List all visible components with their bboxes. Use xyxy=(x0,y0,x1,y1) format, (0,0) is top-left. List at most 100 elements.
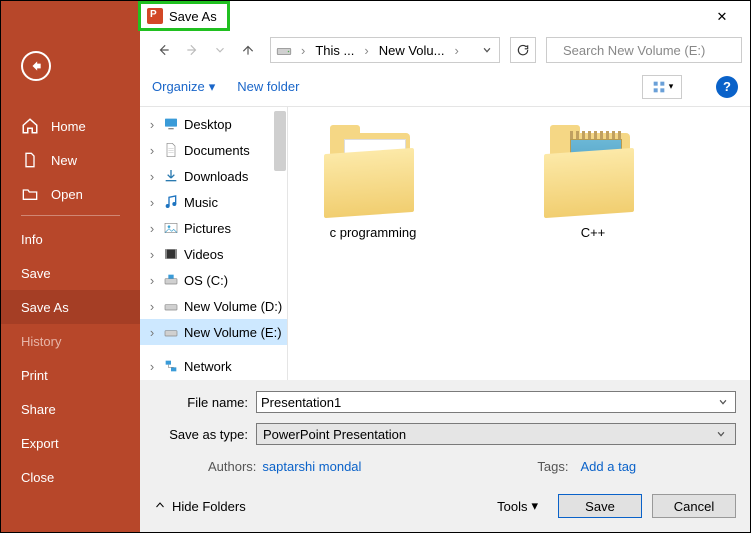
nav-row: › This ... › New Volu... › xyxy=(140,33,750,67)
nav-up[interactable] xyxy=(236,38,260,62)
tree-vol-d[interactable]: › New Volume (D:) xyxy=(140,293,287,319)
nav-recent[interactable] xyxy=(208,38,232,62)
refresh-button[interactable] xyxy=(510,37,536,63)
folder-icon xyxy=(324,125,422,217)
filename-input[interactable] xyxy=(261,395,715,410)
folder-icon xyxy=(544,125,642,217)
tree-desktop[interactable]: › Desktop xyxy=(140,111,287,137)
new-folder-button[interactable]: New folder xyxy=(237,79,299,94)
caret-down-icon: ▾ xyxy=(531,498,538,514)
help-button[interactable]: ? xyxy=(716,76,738,98)
drive-icon xyxy=(162,297,180,315)
authors-label: Authors: xyxy=(208,459,256,474)
expand-icon[interactable]: › xyxy=(146,143,158,158)
dialog-title: Save As xyxy=(169,9,217,24)
backstage-share[interactable]: Share xyxy=(1,392,140,426)
network-icon xyxy=(162,357,180,375)
backstage-print[interactable]: Print xyxy=(1,358,140,392)
bottom-panel: File name: Save as type: PowerPoint Pres… xyxy=(140,380,750,532)
address-dropdown[interactable] xyxy=(479,43,495,58)
documents-icon xyxy=(162,141,180,159)
arrow-right-icon xyxy=(185,43,199,57)
tree-videos[interactable]: › Videos xyxy=(140,241,287,267)
arrow-left-icon xyxy=(157,43,171,57)
home-icon xyxy=(21,117,39,135)
chevron-down-icon xyxy=(482,45,492,55)
drive-icon xyxy=(275,41,293,59)
chevron-down-icon xyxy=(716,429,726,439)
tree-pictures[interactable]: › Pictures xyxy=(140,215,287,241)
filename-field[interactable] xyxy=(256,391,736,413)
desktop-icon xyxy=(162,115,180,133)
expand-icon[interactable]: › xyxy=(146,247,158,262)
downloads-icon xyxy=(162,167,180,185)
authors-value[interactable]: saptarshi mondal xyxy=(262,459,361,474)
backstage-home[interactable]: Home xyxy=(1,109,140,143)
filename-dropdown[interactable] xyxy=(715,395,731,410)
organize-menu[interactable]: Organize ▾ xyxy=(152,79,215,95)
address-bar[interactable]: › This ... › New Volu... › xyxy=(270,37,500,63)
backstage-close[interactable]: Close xyxy=(1,460,140,494)
backstage-save-as[interactable]: Save As xyxy=(1,290,140,324)
folder-c-programming[interactable]: c programming xyxy=(308,125,438,362)
refresh-icon xyxy=(516,43,530,57)
save-as-dialog: Save As ✕ › This ... › New Volu... › xyxy=(140,1,750,532)
cancel-button[interactable]: Cancel xyxy=(652,494,736,518)
backstage-save[interactable]: Save xyxy=(1,256,140,290)
chevron-up-icon xyxy=(154,499,166,514)
expand-icon[interactable]: › xyxy=(146,299,158,314)
toolbar: Organize ▾ New folder ▾ ? xyxy=(140,67,750,107)
tree-network[interactable]: › Network xyxy=(140,353,287,379)
backstage-open-label: Open xyxy=(51,187,83,202)
tags-label: Tags: xyxy=(537,459,568,474)
backstage-info[interactable]: Info xyxy=(1,222,140,256)
folder-tree[interactable]: › Desktop › Documents › Downloads › Musi… xyxy=(140,107,288,380)
tree-downloads[interactable]: › Downloads xyxy=(140,163,287,189)
search-box[interactable] xyxy=(546,37,742,63)
expand-icon[interactable]: › xyxy=(146,325,158,340)
drive-icon xyxy=(162,323,180,341)
expand-icon[interactable]: › xyxy=(146,359,158,374)
expand-icon[interactable]: › xyxy=(146,221,158,236)
help-icon: ? xyxy=(723,79,731,94)
tree-os-c[interactable]: › OS (C:) xyxy=(140,267,287,293)
nav-back[interactable] xyxy=(152,38,176,62)
open-folder-icon xyxy=(21,185,39,203)
file-pane[interactable]: c programming C++ xyxy=(288,107,750,380)
type-dropdown[interactable] xyxy=(713,427,729,442)
hide-folders-button[interactable]: Hide Folders xyxy=(154,499,246,514)
chevron-down-icon xyxy=(718,397,728,407)
tree-music[interactable]: › Music xyxy=(140,189,287,215)
close-button[interactable]: ✕ xyxy=(702,9,742,26)
pictures-icon xyxy=(162,219,180,237)
save-button[interactable]: Save xyxy=(558,494,642,518)
expand-icon[interactable]: › xyxy=(146,169,158,184)
type-value: PowerPoint Presentation xyxy=(263,427,406,442)
backstage-history[interactable]: History xyxy=(1,324,140,358)
backstage-new[interactable]: New xyxy=(1,143,140,177)
view-mode-button[interactable]: ▾ xyxy=(642,75,682,99)
back-button[interactable] xyxy=(21,51,51,81)
backstage-open[interactable]: Open xyxy=(1,177,140,211)
search-input[interactable] xyxy=(563,43,739,58)
arrow-up-icon xyxy=(241,43,255,57)
folder-cpp[interactable]: C++ xyxy=(528,125,658,362)
crumb-volume[interactable]: New Volu... xyxy=(377,43,447,58)
crumb-this-pc[interactable]: This ... xyxy=(313,43,356,58)
expand-icon[interactable]: › xyxy=(146,195,158,210)
tree-vol-e[interactable]: › New Volume (E:) xyxy=(140,319,287,345)
nav-forward[interactable] xyxy=(180,38,204,62)
drive-icon xyxy=(162,271,180,289)
tree-documents[interactable]: › Documents xyxy=(140,137,287,163)
tools-menu[interactable]: Tools ▾ xyxy=(497,498,538,514)
expand-icon[interactable]: › xyxy=(146,117,158,132)
view-icon xyxy=(651,79,667,95)
expand-icon[interactable]: › xyxy=(146,273,158,288)
tags-value[interactable]: Add a tag xyxy=(581,459,637,474)
back-arrow-icon xyxy=(29,59,43,73)
backstage-export[interactable]: Export xyxy=(1,426,140,460)
type-field[interactable]: PowerPoint Presentation xyxy=(256,423,736,445)
backstage-home-label: Home xyxy=(51,119,86,134)
backstage-divider xyxy=(21,215,120,216)
caret-down-icon: ▾ xyxy=(669,81,674,92)
